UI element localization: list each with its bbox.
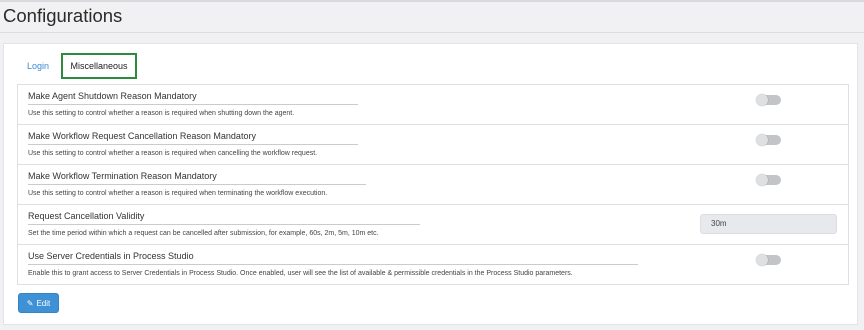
setting-server-credentials-process-studio: Use Server Credentials in Process Studio… <box>18 245 848 285</box>
header-divider <box>0 32 864 33</box>
server-credentials-toggle[interactable] <box>756 254 781 266</box>
page-title: Configurations <box>3 5 123 26</box>
setting-description: Set the time period within which a reque… <box>28 230 379 237</box>
setting-description: Enable this to grant access to Server Cr… <box>28 270 573 277</box>
setting-description: Use this setting to control whether a re… <box>28 110 295 117</box>
top-border <box>0 0 864 2</box>
setting-title: Request Cancellation Validity <box>28 211 420 225</box>
workflow-request-cancellation-reason-toggle[interactable] <box>756 134 781 146</box>
settings-list: Make Agent Shutdown Reason Mandatory Use… <box>17 84 849 285</box>
agent-shutdown-reason-toggle[interactable] <box>756 94 781 106</box>
setting-description: Use this setting to control whether a re… <box>28 150 318 157</box>
setting-description: Use this setting to control whether a re… <box>28 190 328 197</box>
request-cancellation-validity-input[interactable]: 30m <box>700 214 837 234</box>
setting-title: Use Server Credentials in Process Studio <box>28 251 638 265</box>
tab-miscellaneous[interactable]: Miscellaneous <box>61 53 137 79</box>
setting-workflow-request-cancellation-reason: Make Workflow Request Cancellation Reaso… <box>18 125 848 165</box>
toggle-knob <box>756 94 768 106</box>
edit-button[interactable]: ✎ Edit <box>18 293 59 313</box>
setting-agent-shutdown-reason: Make Agent Shutdown Reason Mandatory Use… <box>18 85 848 125</box>
tab-bar: Login Miscellaneous <box>4 53 857 79</box>
setting-title: Make Agent Shutdown Reason Mandatory <box>28 91 358 105</box>
toggle-knob <box>756 174 768 186</box>
setting-title: Make Workflow Request Cancellation Reaso… <box>28 131 358 145</box>
pencil-icon: ✎ <box>26 299 34 308</box>
tab-login[interactable]: Login <box>20 53 56 79</box>
workflow-termination-reason-toggle[interactable] <box>756 174 781 186</box>
edit-button-label: Edit <box>36 299 51 308</box>
configurations-panel: Login Miscellaneous Make Agent Shutdown … <box>3 43 858 325</box>
setting-title: Make Workflow Termination Reason Mandato… <box>28 171 366 185</box>
setting-request-cancellation-validity: Request Cancellation Validity Set the ti… <box>18 205 848 245</box>
setting-workflow-termination-reason: Make Workflow Termination Reason Mandato… <box>18 165 848 205</box>
toggle-knob <box>756 254 768 266</box>
toggle-knob <box>756 134 768 146</box>
